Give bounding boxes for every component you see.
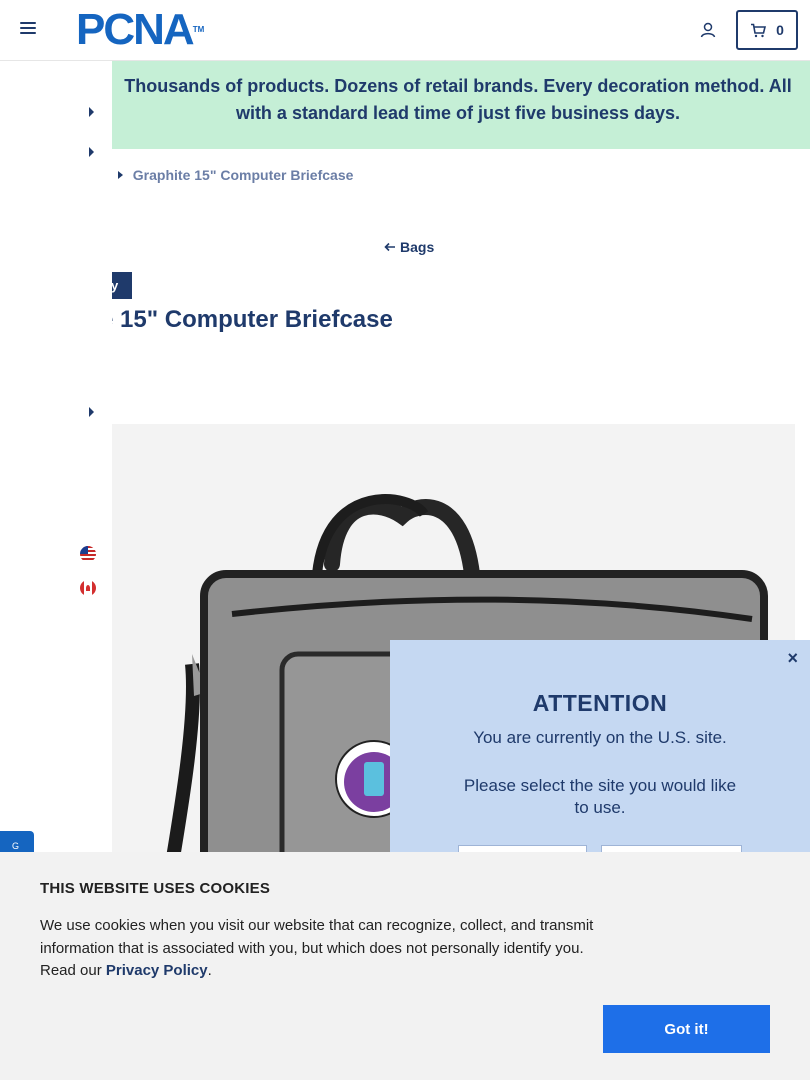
modal-title: ATTENTION — [532, 690, 668, 716]
cart-button[interactable]: 0 — [736, 10, 798, 50]
product-title: e 15" Computer Briefcase — [100, 306, 393, 333]
back-link-label: Bags — [400, 239, 435, 255]
logo-tm: TM — [192, 25, 205, 34]
promo-banner: ? Thousands of products. Dozens of retai… — [0, 61, 810, 149]
cart-icon — [751, 23, 767, 37]
breadcrumb: s Graphite 15" Computer Briefcase — [100, 167, 353, 183]
account-icon[interactable] — [699, 21, 717, 39]
cookie-after: . — [207, 962, 212, 979]
cookie-banner: THIS WEBSITE USES COOKIES We use cookies… — [0, 852, 810, 1080]
back-to-bags-link[interactable]: Bags — [384, 239, 434, 255]
breadcrumb-current: Graphite 15" Computer Briefcase — [132, 167, 354, 183]
close-icon[interactable]: × — [787, 648, 798, 669]
banner-text-line1: Thousands of products. Dozens of retail … — [124, 76, 792, 96]
drawer-caret-1[interactable] — [89, 107, 94, 117]
side-drawer — [0, 61, 112, 861]
drawer-caret-2[interactable] — [89, 147, 94, 157]
pcna-logo[interactable]: PCNATM — [76, 8, 205, 52]
privacy-policy-link[interactable]: Privacy Policy — [106, 962, 208, 979]
flag-ca-icon[interactable] — [80, 580, 96, 596]
banner-text-line2: with a standard lead time of just five b… — [235, 103, 681, 123]
breadcrumb-separator-icon — [117, 171, 123, 179]
site-header: PCNATM 0 — [0, 0, 810, 61]
flag-us-icon[interactable] — [80, 546, 96, 562]
got-it-button[interactable]: Got it! — [603, 1005, 770, 1053]
logo-text: PCNA — [76, 5, 195, 54]
cart-count: 0 — [776, 22, 784, 38]
cookie-text: We use cookies when you visit our websit… — [40, 915, 600, 983]
arrow-left-icon — [384, 242, 395, 252]
site-select-modal: × ATTENTION You are currently on the U.S… — [390, 640, 810, 875]
drawer-caret-3[interactable] — [89, 407, 94, 417]
hamburger-icon[interactable] — [20, 22, 36, 38]
cookie-title: THIS WEBSITE USES COOKIES — [40, 880, 271, 897]
modal-message-select-site: Please select the site you would like to… — [463, 776, 737, 817]
modal-message-current-site: You are currently on the U.S. site. — [473, 728, 727, 747]
